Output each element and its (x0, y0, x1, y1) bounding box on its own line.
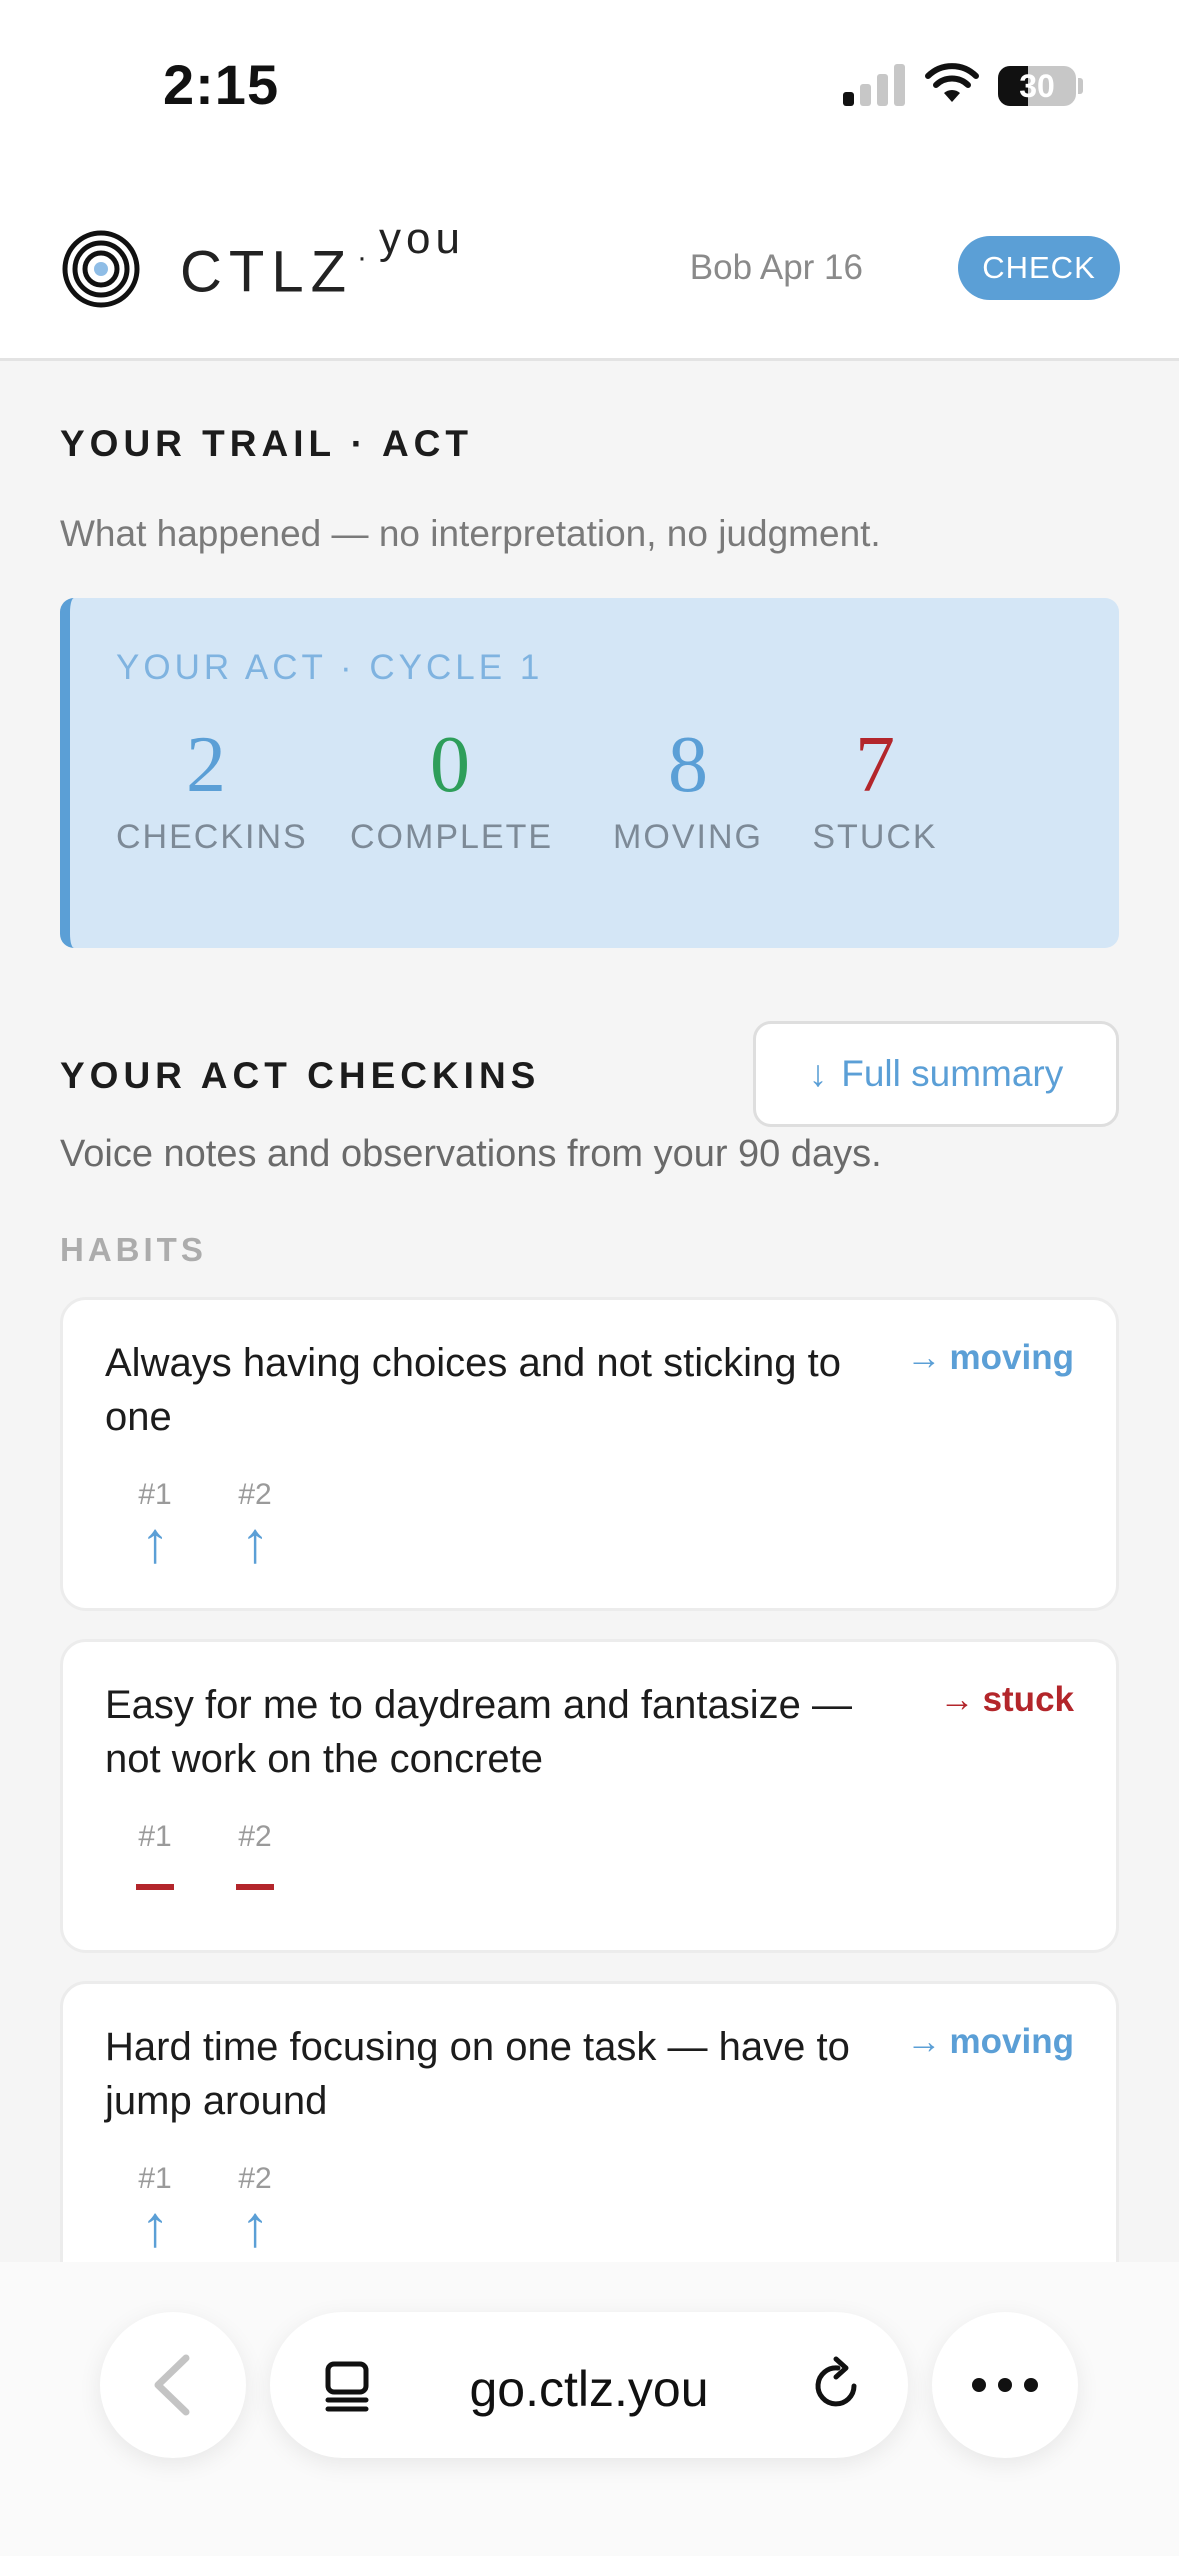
arrow-up-icon: ↑ (240, 2194, 270, 2259)
brand-dot: · (357, 241, 367, 275)
full-summary-label: Full summary (841, 1053, 1064, 1094)
browser-toolbar: go.ctlz.you (0, 2262, 1179, 2556)
arrow-up-icon: ↑ (140, 1510, 170, 1575)
user-date: Bob Apr 16 (689, 248, 863, 287)
arrow-up-icon: ↑ (140, 2194, 170, 2259)
brand-suffix: you (379, 214, 465, 263)
status-text: stuck (982, 1680, 1074, 1719)
stat-value: 8 (668, 721, 708, 809)
arrow-right-icon: → (906, 2022, 942, 2061)
stat-checkins: 2 CHECKINS (116, 720, 308, 857)
full-summary-button[interactable]: ↓ Full summary (753, 1021, 1119, 1127)
check-button[interactable]: CHECK (958, 236, 1120, 300)
app-header: CTLZ · you Bob Apr 16 CHECK (0, 180, 1179, 361)
checkin-number: #1 (138, 1478, 172, 1511)
checkins-subtitle: Voice notes and observations from your 9… (60, 1133, 882, 1175)
checkin-mark: #2 ↑ (225, 2162, 285, 2256)
wifi-icon (925, 63, 979, 102)
checkin-number: #2 (238, 2162, 272, 2195)
habit-text: Always having choices and not sticking t… (105, 1341, 841, 1439)
stat-value: 0 (430, 721, 470, 809)
checkin-number: #2 (238, 1820, 272, 1853)
stat-value: 2 (186, 721, 226, 809)
battery-level: 30 (1019, 68, 1055, 104)
trail-subtitle: What happened — no interpretation, no ju… (60, 513, 881, 554)
brand-name[interactable]: CTLZ · you (180, 217, 465, 305)
checkin-mark: #1 (125, 1820, 185, 1890)
habit-text: Easy for me to daydream and fantasize — … (105, 1683, 853, 1781)
checkin-number: #2 (238, 1478, 272, 1511)
checkin-mark: #2 ↑ (225, 1478, 285, 1572)
checkin-mark: #1 ↑ (125, 2162, 185, 2256)
cellular-signal-icon (843, 62, 905, 106)
back-button[interactable] (100, 2312, 246, 2458)
habit-status: → moving (907, 1338, 1074, 1378)
stat-label: CHECKINS (116, 818, 308, 856)
stat-complete: 0 COMPLETE (350, 720, 554, 857)
habit-card[interactable]: Always having choices and not sticking t… (60, 1297, 1119, 1611)
address-bar[interactable]: go.ctlz.you (270, 2312, 908, 2458)
habit-text: Hard time focusing on one task — have to… (105, 2025, 850, 2123)
brand-main: CTLZ (180, 239, 353, 305)
dash-icon (136, 1884, 174, 1890)
stat-stuck: 7 STUCK (810, 720, 940, 857)
habit-status: → stuck (940, 1680, 1074, 1720)
more-button[interactable] (932, 2312, 1078, 2458)
checkin-number: #1 (138, 2162, 172, 2195)
checkin-mark: #1 ↑ (125, 1478, 185, 1572)
battery-icon: 30 (998, 66, 1076, 106)
dash-icon (236, 1884, 274, 1890)
arrow-up-icon: ↑ (240, 1510, 270, 1575)
category-label: HABITS (60, 1231, 207, 1268)
habit-card[interactable]: Easy for me to daydream and fantasize — … (60, 1639, 1119, 1953)
stat-value: 7 (855, 721, 895, 809)
act-stats-card: YOUR ACT · CYCLE 1 2 CHECKINS 0 COMPLETE… (60, 598, 1119, 948)
checkins-title: YOUR ACT CHECKINS (60, 1055, 541, 1096)
checkin-mark: #2 (225, 1820, 285, 1890)
ctlz-logo-icon[interactable] (62, 230, 140, 308)
status-time: 2:15 (163, 53, 280, 116)
more-dots-icon (972, 2378, 1038, 2392)
trail-title: YOUR TRAIL · ACT (60, 423, 473, 464)
chevron-left-icon (154, 2354, 190, 2416)
stat-label: STUCK (812, 818, 938, 856)
stat-moving: 8 MOVING (608, 720, 768, 857)
stats-label: YOUR ACT · CYCLE 1 (116, 648, 544, 687)
habit-status: → moving (907, 2022, 1074, 2062)
arrow-down-icon: ↓ (808, 1053, 828, 1094)
arrow-right-icon: → (939, 1680, 975, 1719)
reload-icon[interactable] (808, 2356, 866, 2414)
status-text: moving (949, 1338, 1074, 1377)
status-text: moving (949, 2022, 1074, 2061)
stat-label: MOVING (613, 818, 763, 856)
arrow-right-icon: → (906, 1338, 942, 1377)
checkin-number: #1 (138, 1820, 172, 1853)
status-bar: 2:15 30 (0, 0, 1179, 180)
habit-card[interactable]: Hard time focusing on one task — have to… (60, 1981, 1119, 2295)
stat-label: COMPLETE (350, 818, 554, 856)
